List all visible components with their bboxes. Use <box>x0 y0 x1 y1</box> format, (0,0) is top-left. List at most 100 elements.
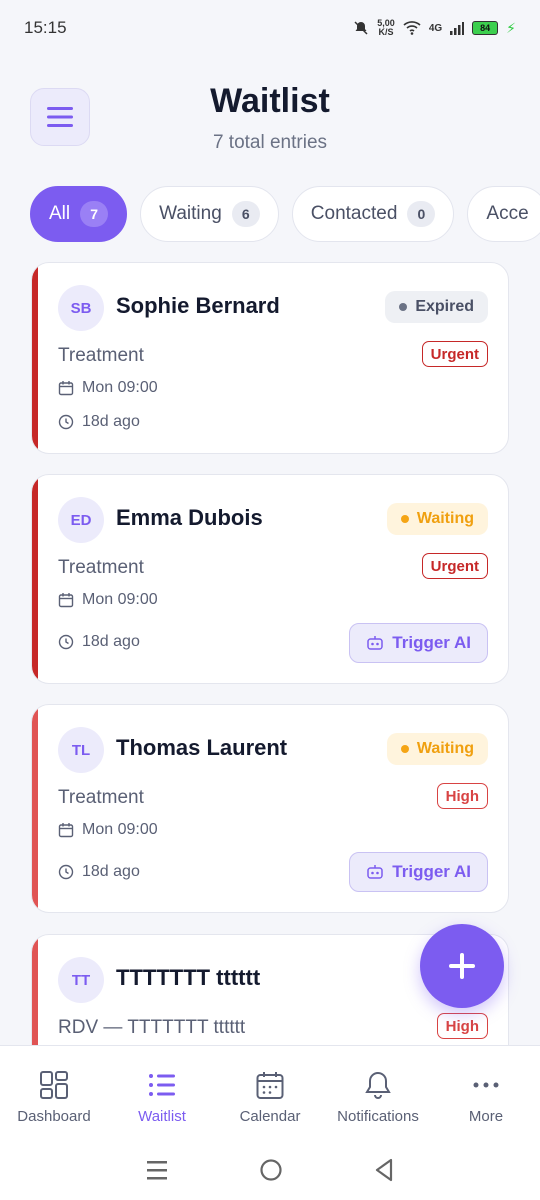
nav-waitlist[interactable]: Waitlist <box>108 1046 216 1140</box>
avatar: SB <box>58 285 104 331</box>
service-label: Treatment <box>58 345 144 366</box>
status-badge: Waiting <box>386 503 488 535</box>
status-badge: Expired <box>385 291 488 323</box>
calendar-icon <box>58 381 74 396</box>
waitlist-card[interactable]: ED Emma Dubois Waiting Treatment Urgent … <box>31 474 509 684</box>
ago-label: 18d ago <box>82 863 140 880</box>
avatar: TT <box>58 957 104 1003</box>
robot-icon <box>367 865 384 879</box>
chip-count: 6 <box>231 201 260 227</box>
filter-chip-accepted[interactable]: Acce <box>467 186 540 242</box>
calendar-icon <box>58 593 74 608</box>
status-badge: Waiting <box>386 733 488 765</box>
nav-label: More <box>468 1108 504 1125</box>
wifi-icon <box>403 21 421 35</box>
status-label: Waiting <box>416 740 474 757</box>
ago-label: 18d ago <box>82 633 140 650</box>
filter-chips: All 7 Waiting 6 Contacted 0 Acce <box>30 186 540 242</box>
nav-label: Dashboard <box>17 1108 91 1125</box>
trigger-ai-label: Trigger AI <box>392 862 471 881</box>
nav-label: Notifications <box>337 1108 419 1125</box>
robot-icon <box>367 636 384 650</box>
priority-badge: Urgent <box>421 553 488 579</box>
priority-badge: High <box>436 1013 488 1039</box>
status-dot <box>399 303 408 311</box>
nav-dashboard[interactable]: Dashboard <box>0 1046 108 1140</box>
date-row: Mon 09:00 <box>58 591 158 609</box>
chip-label: Waiting <box>159 203 222 224</box>
system-nav-bar <box>0 1140 540 1200</box>
priority-bar <box>32 475 38 683</box>
status-dot <box>400 515 409 523</box>
recent-apps-icon[interactable] <box>145 1159 169 1181</box>
signal-icon <box>450 22 465 35</box>
date-row: Mon 09:00 <box>58 821 158 839</box>
waitlist-card[interactable]: SB Sophie Bernard Expired Treatment Urge… <box>31 262 509 454</box>
calendar-icon <box>256 1072 284 1099</box>
chip-label: Contacted <box>310 203 398 224</box>
waitlist-card[interactable]: TL Thomas Laurent Waiting Treatment High… <box>31 704 509 913</box>
page-title: Waitlist <box>210 82 330 120</box>
date-label: Mon 09:00 <box>82 591 158 608</box>
date-label: Mon 09:00 <box>82 821 158 838</box>
time-row: 18d ago <box>58 633 140 651</box>
ago-label: 18d ago <box>82 413 140 430</box>
bell-icon <box>365 1071 391 1099</box>
chip-label: Acce <box>486 203 529 224</box>
chip-label: All <box>49 203 71 224</box>
trigger-ai-button[interactable]: Trigger AI <box>349 852 488 892</box>
priority-badge: High <box>436 783 488 809</box>
avatar: ED <box>58 497 104 543</box>
clock-icon <box>58 414 74 430</box>
date-label: Mon 09:00 <box>82 379 158 396</box>
speed-unit: K/S <box>378 27 394 37</box>
charging-icon: ⚡ <box>506 19 516 36</box>
home-icon[interactable] <box>259 1158 283 1182</box>
service-label: Treatment <box>58 557 144 578</box>
trigger-ai-label: Trigger AI <box>392 633 471 652</box>
service-label: Treatment <box>58 787 144 808</box>
battery-icon: 84 <box>472 21 499 35</box>
clock-icon <box>58 634 74 650</box>
status-label: Expired <box>415 298 474 315</box>
nav-calendar[interactable]: Calendar <box>216 1046 324 1140</box>
page-subtitle: 7 total entries <box>212 132 328 153</box>
chip-count: 0 <box>407 201 436 227</box>
nav-notifications[interactable]: Notifications <box>324 1046 432 1140</box>
date-row: Mon 09:00 <box>58 379 158 397</box>
back-icon[interactable] <box>373 1158 395 1182</box>
status-label: Waiting <box>416 510 474 527</box>
filter-chip-waiting[interactable]: Waiting 6 <box>140 186 279 242</box>
priority-bar <box>32 263 38 453</box>
network-type: 4G <box>428 22 443 34</box>
more-icon <box>473 1082 499 1088</box>
time-row: 18d ago <box>58 863 140 881</box>
avatar: TL <box>58 727 104 773</box>
add-entry-button[interactable] <box>420 924 504 1008</box>
priority-badge: Urgent <box>421 341 488 367</box>
patient-name: Sophie Bernard <box>116 293 280 318</box>
service-label: RDV — TTTTTTT tttttt <box>58 1017 246 1038</box>
clock-icon <box>58 864 74 880</box>
status-time: 15:15 <box>24 18 67 37</box>
chip-count: 7 <box>80 201 109 227</box>
time-row: 18d ago <box>58 413 140 431</box>
grid-icon <box>40 1071 68 1099</box>
mute-bell-icon <box>354 21 368 35</box>
calendar-icon <box>58 823 74 838</box>
trigger-ai-button[interactable]: Trigger AI <box>349 623 488 663</box>
filter-chip-contacted[interactable]: Contacted 0 <box>291 186 455 242</box>
status-bar: 15:15 5,00 K/S 4G 84 ⚡ <box>0 0 540 56</box>
patient-name: TTTTTTT tttttt <box>116 965 261 990</box>
priority-bar <box>32 705 38 912</box>
status-dot <box>400 745 409 753</box>
filter-chip-all[interactable]: All 7 <box>30 186 128 242</box>
plus-icon <box>449 953 475 979</box>
bottom-nav: Dashboard Waitlist Calendar Notification… <box>0 1045 540 1140</box>
patient-name: Thomas Laurent <box>116 735 288 760</box>
nav-more[interactable]: More <box>432 1046 540 1140</box>
nav-label: Calendar <box>239 1108 301 1125</box>
list-icon <box>149 1074 175 1096</box>
patient-name: Emma Dubois <box>116 505 263 530</box>
nav-label: Waitlist <box>138 1108 186 1125</box>
